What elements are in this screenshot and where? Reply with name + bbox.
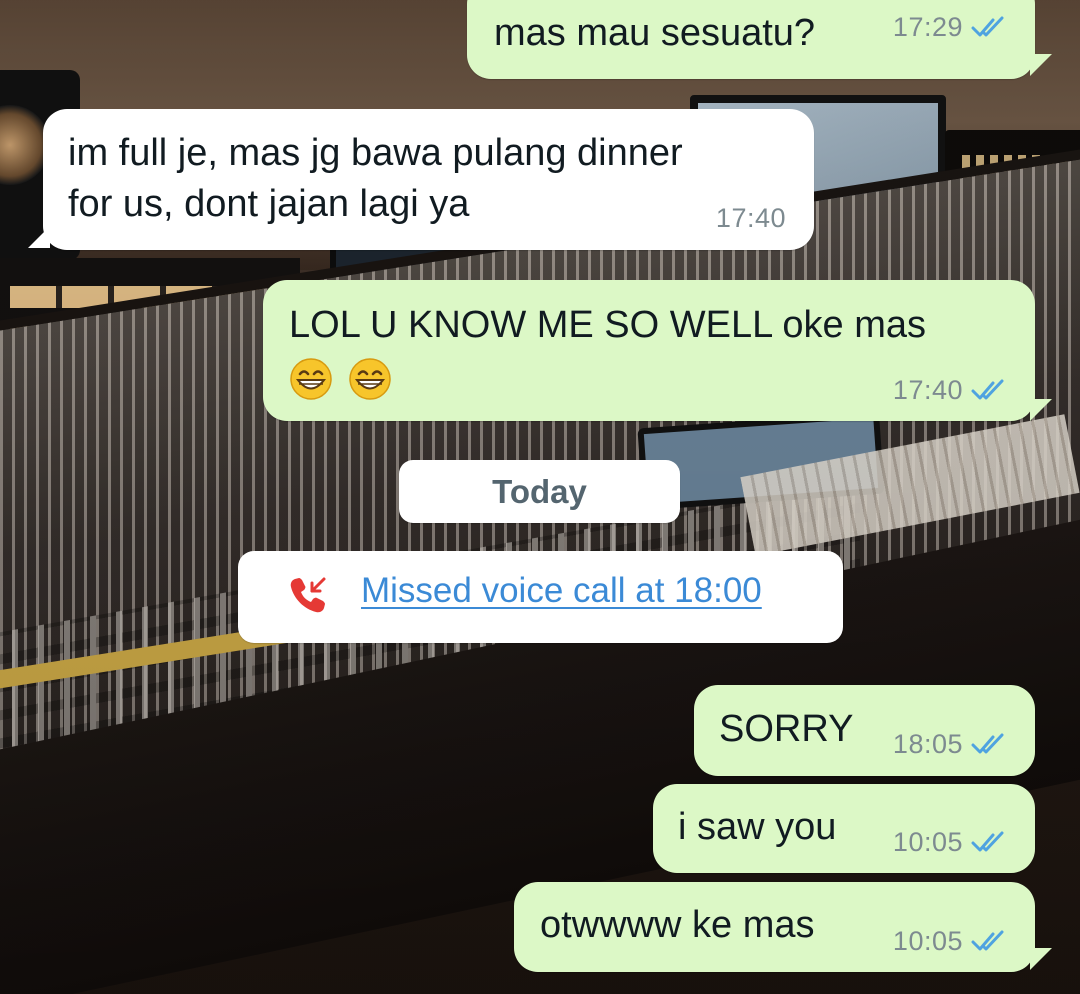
message-text-line-1: im full je, mas jg bawa pulang dinner <box>68 132 683 174</box>
message-bubble-outgoing[interactable]: LOL U KNOW ME SO WELL oke mas 17:40 <box>263 280 1035 421</box>
message-text: LOL U KNOW ME SO WELL oke mas <box>289 304 927 346</box>
message-meta: 10:05 <box>893 827 1011 857</box>
message-time: 17:40 <box>715 203 786 233</box>
double-check-read-icon <box>971 16 1004 37</box>
message-bubble-incoming[interactable]: im full je, mas jg bawa pulang dinner fo… <box>43 109 814 250</box>
bubble-tail <box>1030 399 1052 421</box>
message-text: otwwww ke mas <box>540 904 815 946</box>
double-check-read-icon <box>971 733 1004 754</box>
message-text-line-2: for us, dont jajan lagi ya <box>68 183 470 225</box>
message-meta: 18:05 <box>893 729 1011 759</box>
message-time: 10:05 <box>892 827 963 857</box>
missed-call-link[interactable]: Missed voice call at 18:00 <box>361 569 762 613</box>
bubble-tail <box>1030 54 1052 76</box>
emoji-row <box>289 352 396 402</box>
message-text: mas mau sesuatu? <box>494 12 816 54</box>
day-separator: Today <box>399 460 680 523</box>
chat-message-list[interactable]: mas mau sesuatu? 17:29 im full je, mas j… <box>0 0 1080 994</box>
message-bubble-outgoing[interactable]: mas mau sesuatu? 17:29 <box>467 0 1035 79</box>
bubble-tail <box>28 226 50 248</box>
message-meta: 17:29 <box>893 12 1011 42</box>
message-text: SORRY <box>719 708 854 750</box>
grinning-face-with-smiling-eyes-icon <box>348 358 391 400</box>
message-bubble-outgoing[interactable]: otwwww ke mas 10:05 <box>514 882 1035 972</box>
message-bubble-outgoing[interactable]: i saw you 10:05 <box>653 784 1035 873</box>
message-bubble-outgoing[interactable]: SORRY 18:05 <box>694 685 1035 776</box>
message-time: 10:05 <box>892 926 963 956</box>
double-check-read-icon <box>971 930 1004 951</box>
message-text: i saw you <box>678 806 837 848</box>
message-time: 17:40 <box>892 375 963 405</box>
double-check-read-icon <box>971 831 1004 852</box>
message-meta: 17:40 <box>716 203 786 233</box>
bubble-tail <box>1030 948 1052 970</box>
missed-call-icon <box>290 577 326 613</box>
message-meta: 10:05 <box>893 926 1011 956</box>
double-check-read-icon <box>971 379 1004 400</box>
message-time: 17:29 <box>892 12 963 42</box>
message-meta: 17:40 <box>893 375 1011 405</box>
grinning-face-with-smiling-eyes-icon <box>290 358 332 400</box>
message-time: 18:05 <box>892 729 963 759</box>
